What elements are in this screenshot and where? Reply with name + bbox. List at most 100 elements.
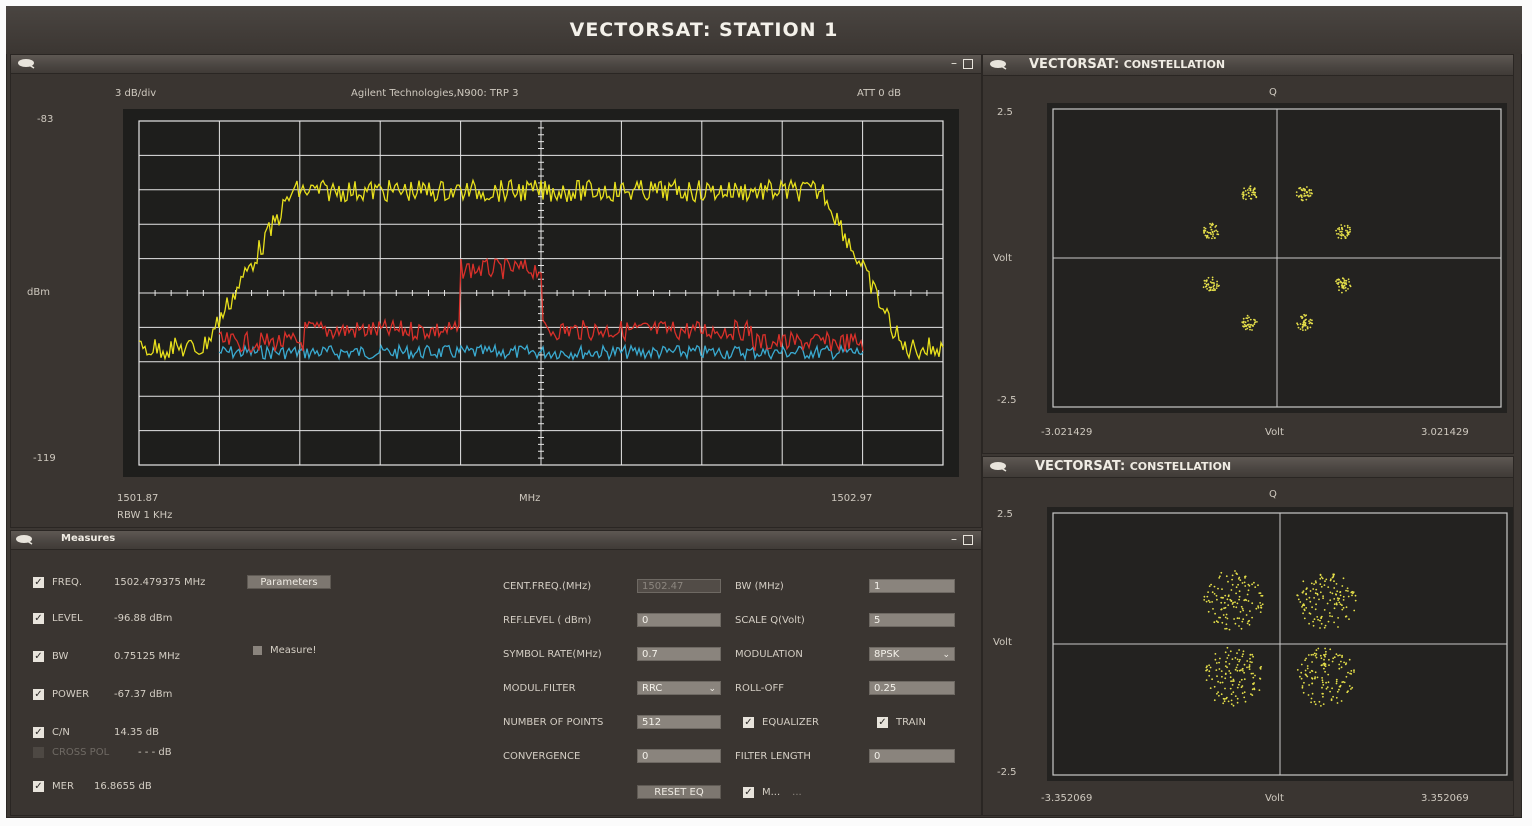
constellation-point <box>1215 229 1217 232</box>
constellation-point <box>1220 601 1223 604</box>
maximize-icon[interactable] <box>963 59 973 69</box>
measures-panel-header[interactable]: Measures – <box>11 531 981 550</box>
power-checkbox[interactable]: ✓ <box>33 689 44 700</box>
constellation-point <box>1341 585 1344 587</box>
equalizer-checkbox[interactable]: ✓ <box>743 717 754 728</box>
constellation-point <box>1320 705 1322 707</box>
constellation-point <box>1338 289 1340 292</box>
minimize-icon[interactable]: – <box>951 56 957 70</box>
modulation-select[interactable]: 8PSK ⌄ <box>869 647 955 661</box>
constellation-point <box>1301 316 1304 319</box>
m-checkbox[interactable]: ✓ <box>743 787 754 798</box>
constellation-2-plot[interactable] <box>1047 507 1513 781</box>
train-checkbox[interactable]: ✓ <box>877 717 888 728</box>
bw-mhz-field[interactable]: 1 <box>869 579 955 593</box>
constellation-point <box>1206 235 1209 238</box>
filter-length-field[interactable]: 0 <box>869 749 955 763</box>
measure-checkbox[interactable] <box>253 646 262 655</box>
constellation-point <box>1308 322 1311 325</box>
constellation-point <box>1218 616 1220 619</box>
constellation-point <box>1306 194 1309 197</box>
ref-level-field[interactable]: 0 <box>637 613 721 627</box>
constellation-point <box>1343 225 1346 227</box>
level-checkbox[interactable]: ✓ <box>33 613 44 624</box>
constellation-point <box>1253 687 1256 690</box>
constellation-point <box>1306 587 1308 589</box>
constellation-point <box>1354 594 1357 597</box>
m-row: ✓ M... ... <box>743 787 802 798</box>
constellation-point <box>1335 680 1338 683</box>
constellation-point <box>1209 222 1211 225</box>
constellation-point <box>1348 281 1350 283</box>
maximize-icon[interactable] <box>963 535 973 545</box>
roll-off-field[interactable]: 0.25 <box>869 681 955 695</box>
constellation-point <box>1338 663 1341 666</box>
constellation-point <box>1259 611 1262 613</box>
constellation-point <box>1251 191 1254 194</box>
bw-checkbox[interactable]: ✓ <box>33 651 44 662</box>
constellation-point <box>1339 591 1342 593</box>
constellation-point <box>1210 286 1213 289</box>
constellation-point <box>1234 622 1237 625</box>
modul-filter-value: RRC <box>642 683 663 694</box>
constellation-point <box>1216 598 1218 601</box>
constellation-point <box>1242 653 1244 656</box>
constellation-point <box>1218 694 1220 697</box>
constellation-2-header[interactable]: VECTORSAT: CONSTELLATION <box>983 457 1513 478</box>
constellation-point <box>1322 662 1325 665</box>
constellation-point <box>1248 668 1251 670</box>
spectrum-panel-header[interactable]: – <box>11 55 981 74</box>
constellation-point <box>1313 583 1315 585</box>
constellation-point <box>1345 675 1348 678</box>
cn-value: 14.35 dB <box>114 727 160 738</box>
constellation-point <box>1248 187 1251 190</box>
constellation-point <box>1301 323 1304 326</box>
constellation-point <box>1236 701 1239 704</box>
crosspol-checkbox[interactable] <box>33 747 44 758</box>
constellation-point <box>1308 684 1310 686</box>
constellation-point <box>1214 612 1216 615</box>
constellation-point <box>1307 694 1310 696</box>
constellation-point <box>1329 599 1332 602</box>
constellation-point <box>1260 606 1263 609</box>
convergence-field[interactable]: 0 <box>637 749 721 763</box>
constellation-point <box>1204 227 1207 230</box>
constellation-point <box>1320 664 1323 667</box>
constellation-point <box>1203 595 1206 598</box>
constellation-point <box>1339 230 1341 233</box>
mer-checkbox[interactable]: ✓ <box>33 781 44 792</box>
freq-checkbox[interactable]: ✓ <box>33 577 44 588</box>
constellation-point <box>1238 590 1241 593</box>
scale-q-field[interactable]: 5 <box>869 613 955 627</box>
constellation-panel-2: VECTORSAT: CONSTELLATION Q 2.5 Volt -2.5… <box>982 456 1514 816</box>
constellation-point <box>1308 622 1310 625</box>
constellation-point <box>1216 280 1218 283</box>
constellation-point <box>1229 650 1232 653</box>
constellation-point <box>1322 695 1324 698</box>
parameters-button[interactable]: Parameters <box>247 575 331 589</box>
minimize-icon[interactable]: – <box>951 532 957 546</box>
constellation-point <box>1240 627 1243 630</box>
symbol-rate-field[interactable]: 0.7 <box>637 647 721 661</box>
constellation-1-plot[interactable] <box>1047 103 1507 413</box>
constellation-point <box>1308 320 1310 323</box>
constellation-point <box>1209 601 1211 603</box>
constellation-point <box>1305 607 1308 609</box>
constellation-point <box>1302 691 1305 694</box>
constellation-point <box>1259 668 1262 670</box>
constellation-point <box>1230 600 1233 603</box>
constellation-point <box>1251 661 1253 664</box>
constellation-point <box>1329 648 1332 651</box>
reset-eq-button[interactable]: RESET EQ <box>637 785 721 799</box>
cn-checkbox[interactable]: ✓ <box>33 727 44 738</box>
constellation-point <box>1242 650 1245 653</box>
num-points-field[interactable]: 512 <box>637 715 721 729</box>
constellation-point <box>1232 678 1235 681</box>
constellation-point <box>1208 674 1211 677</box>
constellation-point <box>1247 324 1249 326</box>
constellation-point <box>1348 618 1350 620</box>
modulation-value: 8PSK <box>874 649 900 660</box>
constellation-1-header[interactable]: VECTORSAT: CONSTELLATION <box>983 55 1513 76</box>
spectrum-plot[interactable] <box>123 109 959 477</box>
modul-filter-select[interactable]: RRC ⌄ <box>637 681 721 695</box>
